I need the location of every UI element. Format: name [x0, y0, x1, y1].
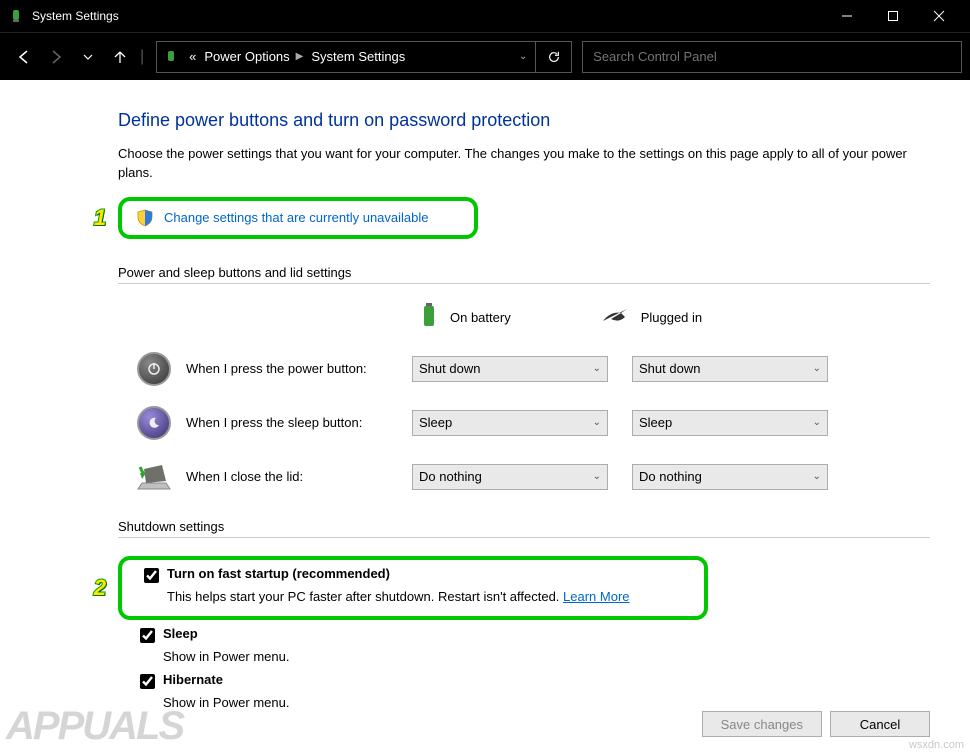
sleep-option-label: Sleep — [163, 626, 198, 641]
back-button[interactable] — [8, 41, 40, 73]
breadcrumb-power-options[interactable]: Power Options ▶ — [200, 49, 307, 64]
location-icon — [157, 49, 185, 65]
column-battery: On battery — [418, 302, 511, 333]
address-dropdown-button[interactable]: ⌄ — [511, 51, 535, 62]
titlebar: System Settings — [0, 0, 970, 32]
chevron-down-icon: ⌄ — [593, 417, 601, 428]
action-bar: Save changes Cancel — [702, 711, 930, 737]
sleep-button-plugged-select[interactable]: Sleep ⌄ — [632, 410, 828, 436]
select-value: Do nothing — [419, 469, 482, 484]
callout-1: 11 — [86, 204, 114, 232]
nav-separator: | — [140, 48, 144, 66]
change-settings-link[interactable]: Change settings that are currently unava… — [164, 210, 429, 225]
column-plugged: Plugged in — [601, 307, 702, 328]
navbar: | « Power Options ▶ System Settings ⌄ — [0, 32, 970, 80]
recent-locations-button[interactable] — [72, 41, 104, 73]
close-button[interactable] — [916, 0, 962, 32]
sleep-button-label: When I press the sleep button: — [186, 415, 412, 430]
change-settings-link-row[interactable]: Change settings that are currently unava… — [128, 203, 437, 233]
select-value: Sleep — [639, 415, 672, 430]
sleep-button-battery-select[interactable]: Sleep ⌄ — [412, 410, 608, 436]
breadcrumb-seg1-label: Power Options — [204, 49, 289, 64]
forward-button[interactable] — [40, 41, 72, 73]
chevron-down-icon: ⌄ — [593, 471, 601, 482]
fast-startup-label: Turn on fast startup (recommended) — [167, 566, 390, 581]
breadcrumb-root[interactable]: « — [185, 49, 200, 64]
fast-startup-checkbox[interactable] — [144, 568, 159, 583]
hibernate-option-row: Hibernate — [118, 672, 930, 689]
row-lid-close: When I close the lid: Do nothing ⌄ Do not… — [118, 459, 930, 495]
sleep-option-row: Sleep — [118, 626, 930, 643]
select-value: Shut down — [639, 361, 700, 376]
power-button-plugged-select[interactable]: Shut down ⌄ — [632, 356, 828, 382]
power-button-battery-select[interactable]: Shut down ⌄ — [412, 356, 608, 382]
power-button-label: When I press the power button: — [186, 361, 412, 376]
chevron-down-icon: ⌄ — [813, 471, 821, 482]
page-description: Choose the power settings that you want … — [118, 145, 930, 183]
address-bar[interactable]: « Power Options ▶ System Settings ⌄ — [156, 41, 536, 73]
app-icon — [8, 8, 24, 24]
chevron-down-icon: ⌄ — [813, 417, 821, 428]
section-header-shutdown: Shutdown settings — [118, 519, 930, 542]
chevron-down-icon: ⌄ — [593, 363, 601, 374]
search-input[interactable] — [582, 41, 962, 73]
window-title: System Settings — [32, 9, 824, 23]
annotation-highlight-1: 11 Change settings that are currently un… — [118, 197, 478, 239]
plug-icon — [601, 307, 631, 328]
content-area: Define power buttons and turn on passwor… — [0, 80, 970, 710]
sleep-option-desc: Show in Power menu. — [118, 649, 930, 664]
sleep-button-icon — [136, 405, 172, 441]
cancel-button[interactable]: Cancel — [830, 711, 930, 737]
window-controls — [824, 0, 962, 32]
section-header-buttons: Power and sleep buttons and lid settings — [118, 265, 930, 288]
column-battery-label: On battery — [450, 310, 511, 325]
chevron-right-icon: ▶ — [296, 51, 304, 62]
page-title: Define power buttons and turn on passwor… — [118, 110, 930, 131]
watermark-logo: APPUALS — [6, 704, 183, 749]
hibernate-option-label: Hibernate — [163, 672, 223, 687]
hibernate-option-checkbox[interactable] — [140, 674, 155, 689]
annotation-highlight-2: 22 Turn on fast startup (recommended) Th… — [118, 556, 708, 620]
minimize-button[interactable] — [824, 0, 870, 32]
select-value: Sleep — [419, 415, 452, 430]
up-button[interactable] — [104, 41, 136, 73]
maximize-button[interactable] — [870, 0, 916, 32]
row-sleep-button: When I press the sleep button: Sleep ⌄ Sl… — [118, 405, 930, 441]
lid-plugged-select[interactable]: Do nothing ⌄ — [632, 464, 828, 490]
select-value: Do nothing — [639, 469, 702, 484]
save-changes-button[interactable]: Save changes — [702, 711, 822, 737]
shield-icon — [136, 209, 154, 227]
battery-icon — [418, 302, 440, 333]
fast-startup-row: Turn on fast startup (recommended) — [122, 566, 694, 583]
breadcrumb-system-settings[interactable]: System Settings — [307, 49, 409, 64]
fast-startup-desc: This helps start your PC faster after sh… — [122, 589, 694, 604]
select-value: Shut down — [419, 361, 480, 376]
learn-more-link[interactable]: Learn More — [563, 589, 629, 604]
breadcrumb-seg2-label: System Settings — [311, 49, 405, 64]
refresh-button[interactable] — [536, 41, 572, 73]
laptop-lid-icon — [136, 459, 172, 495]
lid-close-label: When I close the lid: — [186, 469, 412, 484]
watermark-source: wsxdn.com — [909, 739, 964, 751]
sleep-option-checkbox[interactable] — [140, 628, 155, 643]
lid-battery-select[interactable]: Do nothing ⌄ — [412, 464, 608, 490]
power-button-icon — [136, 351, 172, 387]
hibernate-option-desc: Show in Power menu. — [118, 695, 930, 710]
column-headers: On battery Plugged in — [118, 302, 930, 333]
callout-2: 22 — [86, 574, 114, 602]
chevron-down-icon: ⌄ — [813, 363, 821, 374]
row-power-button: When I press the power button: Shut down… — [118, 351, 930, 387]
column-plugged-label: Plugged in — [641, 310, 702, 325]
